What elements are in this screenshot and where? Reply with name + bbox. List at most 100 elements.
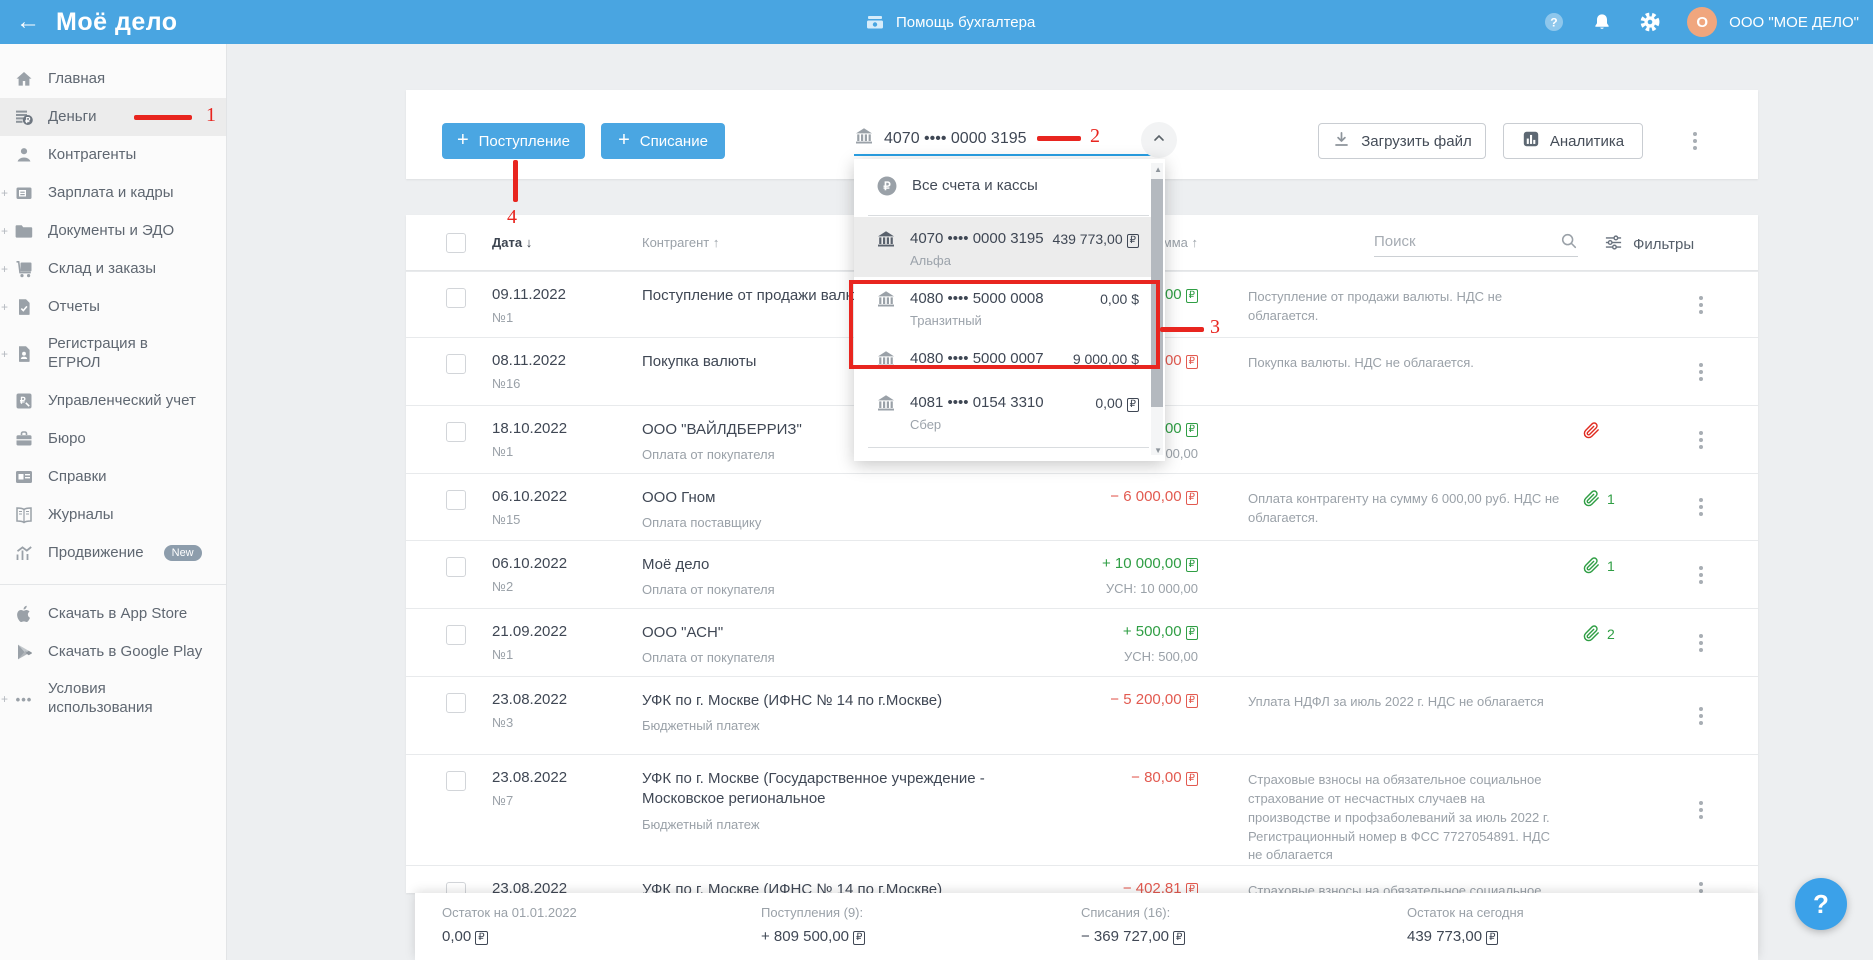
sidebar-item-bureau[interactable]: Бюро [0, 420, 226, 458]
sidebar-divider [0, 584, 226, 585]
ruble-icon: ₽ [1185, 289, 1198, 303]
gear-icon[interactable] [1639, 11, 1661, 33]
sidebar-item-money[interactable]: ₽ Деньги [0, 98, 226, 136]
select-all-checkbox[interactable] [446, 232, 466, 253]
sidebar-item-documents[interactable]: + Документы и ЭДО [0, 212, 226, 250]
row-checkbox[interactable] [446, 693, 466, 713]
row-kebab-menu[interactable] [1695, 878, 1707, 893]
sidebar-item-counterparties[interactable]: Контрагенты [0, 136, 226, 174]
sidebar-item-google-play[interactable]: Скачать в Google Play [0, 633, 226, 671]
sidebar-item-egrul-registration[interactable]: + Регистрация в ЕГРЮЛ [0, 326, 226, 382]
user-menu[interactable]: O ООО "МОЕ ДЕЛО" [1687, 7, 1859, 37]
table-row[interactable]: 06.10.2022 №15 ООО Гном Оплата поставщику … [406, 473, 1758, 540]
row-kebab-menu[interactable] [1695, 562, 1707, 588]
app-root: ← Моё дело Помощь бухгалтера ? O ООО "МО… [0, 0, 1873, 960]
expense-button[interactable]: + Списание [601, 123, 725, 159]
row-checkbox[interactable] [446, 557, 466, 577]
row-checkbox[interactable] [446, 354, 466, 374]
ruble-icon: ₽ [1185, 355, 1198, 369]
selector-underline [854, 154, 1165, 156]
ruble-icon: ₽ [853, 931, 866, 945]
row-kebab-menu[interactable] [1695, 630, 1707, 656]
expand-plus-icon[interactable]: + [1, 300, 8, 314]
sidebar-item-terms[interactable]: + ••• Условия использования [0, 671, 226, 727]
income-button[interactable]: + Поступление [442, 123, 585, 159]
row-kebab-menu[interactable] [1695, 494, 1707, 520]
account-balance: 439 773,00 ₽ [1053, 231, 1139, 248]
paperclip-icon-green[interactable] [1583, 557, 1600, 579]
sidebar-item-home[interactable]: Главная [0, 60, 226, 98]
sidebar-item-warehouse[interactable]: + Склад и заказы [0, 250, 226, 288]
registration-doc-icon [14, 344, 34, 364]
search-icon[interactable] [1560, 232, 1578, 255]
toolbar-kebab-menu[interactable] [1689, 128, 1701, 154]
sidebar-item-reports[interactable]: + Отчеты [0, 288, 226, 326]
table-row[interactable]: 23.08.2022 №7 УФК по г. Москве (Государст… [406, 754, 1758, 866]
dropdown-scrollbar-thumb[interactable] [1151, 179, 1163, 407]
app-logo[interactable]: Моё дело [56, 8, 178, 37]
column-header-date[interactable]: Дата ↓ [492, 235, 642, 250]
help-icon[interactable]: ? [1543, 11, 1565, 33]
dropdown-item-account[interactable]: 4080 •••• 5000 0008 0,00 $ Транзитный [854, 277, 1151, 337]
summary-current-balance: Остаток на сегодня 439 773,00 ₽ [1407, 905, 1524, 945]
bank-icon [876, 289, 896, 314]
row-checkbox[interactable] [446, 422, 466, 442]
dropdown-divider [868, 215, 1149, 216]
sidebar-item-promotion[interactable]: Продвижение New [0, 534, 226, 572]
id-card-icon [14, 467, 34, 487]
paperclip-icon-green[interactable] [1583, 490, 1600, 512]
table-row[interactable]: 06.10.2022 №2 Моё дело Оплата от покупател… [406, 540, 1758, 608]
expand-plus-icon[interactable]: + [1, 186, 8, 200]
expand-plus-icon[interactable]: + [1, 692, 8, 706]
scroll-up-icon[interactable]: ▲ [1154, 165, 1162, 174]
expand-plus-icon[interactable]: + [1, 262, 8, 276]
table-row[interactable]: 23.08.2022 УФК по г. Москве (ИФНС № 14 п… [406, 865, 1758, 893]
row-kebab-menu[interactable] [1695, 427, 1707, 453]
apple-icon [14, 604, 34, 624]
analytics-button[interactable]: Аналитика [1503, 123, 1643, 159]
expand-plus-icon[interactable]: + [1, 347, 8, 361]
filters-button[interactable]: Фильтры [1604, 233, 1694, 256]
row-kebab-menu[interactable] [1695, 797, 1707, 823]
row-kebab-menu[interactable] [1695, 292, 1707, 318]
amount: − 5 200,00 ₽ [1022, 691, 1198, 708]
row-checkbox[interactable] [446, 625, 466, 645]
dropdown-item-account[interactable]: 4081 •••• 0154 3310 0,00 ₽ Сбер [854, 381, 1151, 441]
chevron-up-icon [1151, 130, 1167, 151]
dropdown-item-all-accounts[interactable]: ₽ Все счета и кассы [854, 159, 1165, 215]
row-checkbox[interactable] [446, 882, 466, 893]
row-kebab-menu[interactable] [1695, 359, 1707, 385]
accountant-help-link[interactable]: Помощь бухгалтера [864, 0, 1035, 44]
scroll-down-icon[interactable]: ▼ [1154, 446, 1162, 455]
row-description: Страховые взносы на обязательное социаль… [1248, 772, 1551, 863]
sidebar-item-salary[interactable]: + Зарплата и кадры [0, 174, 226, 212]
sidebar-item-journals[interactable]: Журналы [0, 496, 226, 534]
back-arrow-icon[interactable]: ← [16, 10, 40, 34]
upload-file-button[interactable]: Загрузить файл [1318, 123, 1486, 159]
sidebar-item-certificates[interactable]: Справки [0, 458, 226, 496]
row-checkbox[interactable] [446, 288, 466, 308]
paperclip-icon-green[interactable] [1583, 625, 1600, 647]
row-kebab-menu[interactable] [1695, 703, 1707, 729]
expand-plus-icon[interactable]: + [1, 224, 8, 238]
ruble-icon: ₽ [475, 931, 488, 945]
ruble-icon: ₽ [1173, 931, 1186, 945]
summary-opening-balance: Остаток на 01.01.2022 0,00 ₽ [442, 905, 577, 945]
collapse-dropdown-button[interactable] [1141, 122, 1177, 158]
search-input[interactable] [1374, 231, 1560, 256]
row-checkbox[interactable] [446, 490, 466, 510]
paperclip-icon-red[interactable] [1583, 422, 1600, 444]
sidebar-item-app-store[interactable]: Скачать в App Store [0, 595, 226, 633]
help-fab-button[interactable]: ? [1795, 878, 1847, 930]
bell-icon[interactable] [1591, 11, 1613, 33]
row-checkbox[interactable] [446, 771, 466, 791]
sidebar: Главная ₽ Деньги Контрагенты + Зарплата … [0, 44, 227, 960]
amount: − 402,81 ₽ [1022, 880, 1198, 893]
account-selector[interactable]: 4070 •••• 0000 3195 [854, 126, 1027, 151]
sidebar-item-management-accounting[interactable]: ₽ Управленческий учет [0, 382, 226, 420]
table-row[interactable]: 23.08.2022 №3 УФК по г. Москве (ИФНС № 14… [406, 676, 1758, 754]
dropdown-item-account[interactable]: 4070 •••• 0000 3195 439 773,00 ₽ Альфа [854, 217, 1151, 277]
table-row[interactable]: 21.09.2022 №1 ООО "АСН" Оплата от покупате… [406, 608, 1758, 676]
ruble-icon: ₽ [1185, 694, 1198, 708]
dropdown-item-account[interactable]: 4080 •••• 5000 0007 9 000,00 $ [854, 337, 1151, 381]
